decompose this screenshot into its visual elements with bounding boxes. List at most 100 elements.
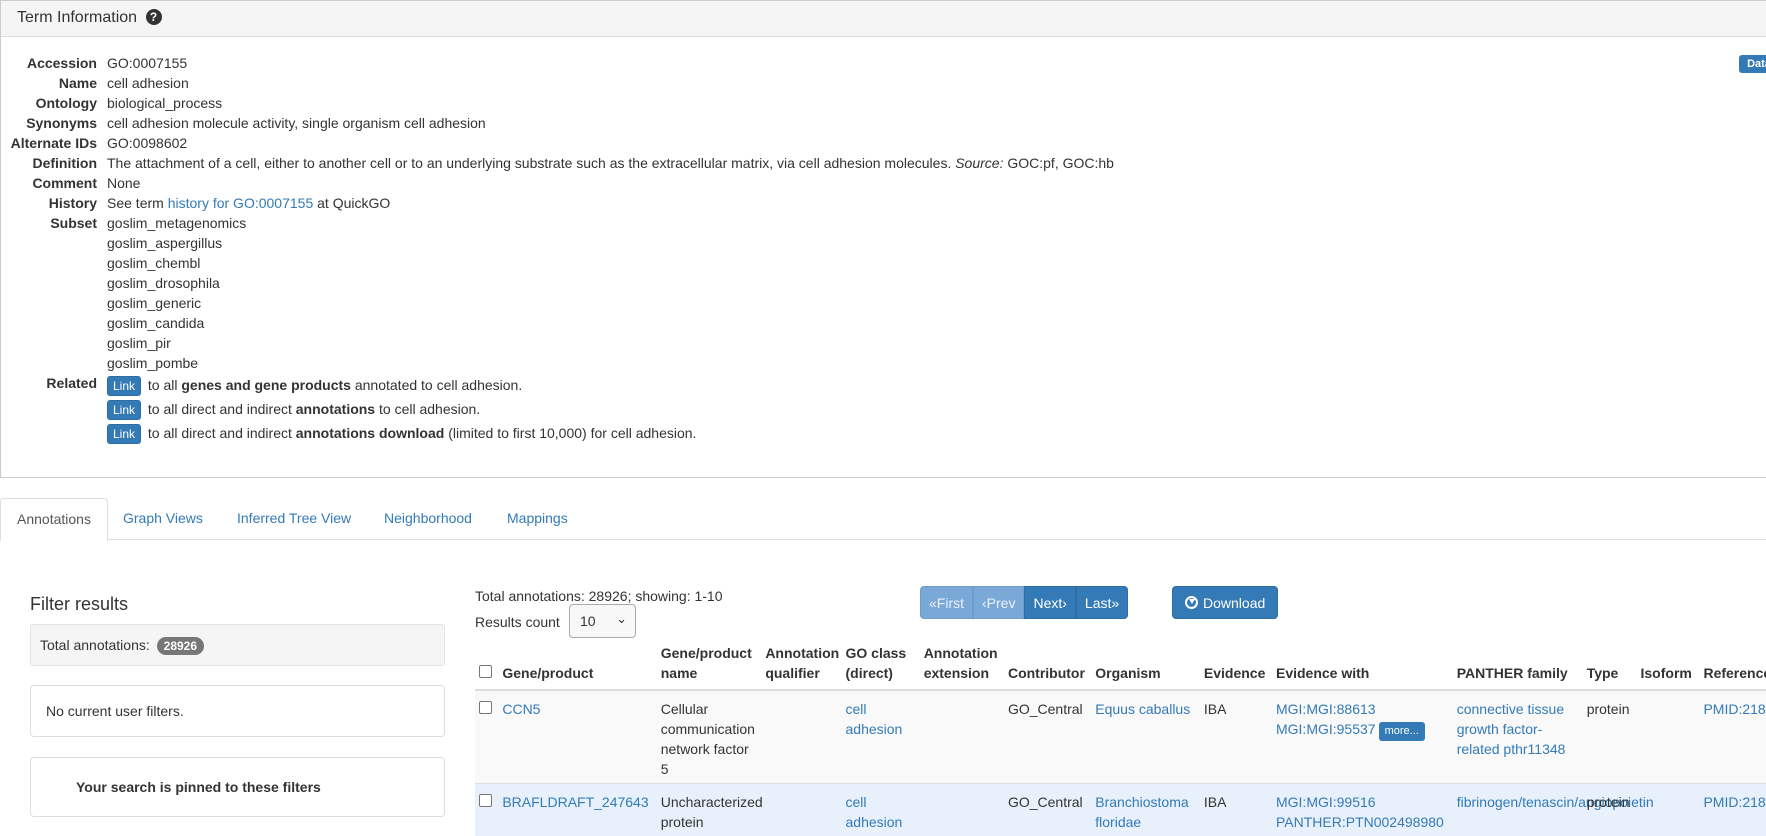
history-row: History See term history for GO:0007155 … (1, 193, 1114, 213)
first-page-button[interactable]: «First (920, 586, 973, 619)
tab-neighborhood[interactable]: Neighborhood (368, 498, 488, 540)
contributor-cell: GO_Central (1004, 784, 1091, 836)
organism-link[interactable]: Branchiostoma floridae (1095, 794, 1188, 830)
synonyms-value: cell adhesion molecule activity, single … (107, 113, 486, 133)
subset-item: goslim_drosophila (107, 273, 246, 293)
tab-annotations[interactable]: Annotations (0, 498, 108, 541)
definition-value: The attachment of a cell, either to anot… (107, 153, 1114, 173)
column-header[interactable]: Gene/product (498, 643, 656, 690)
panther-cell: fibrinogen/tenascin/angiopoietin (1453, 784, 1583, 836)
tab-mappings[interactable]: Mappings (491, 498, 584, 540)
column-header[interactable]: Annotation qualifier (761, 643, 841, 690)
column-header[interactable]: Annotation extension (920, 643, 1004, 690)
evidence-with-cell: MGI:MGI:99516 PANTHER:PTN002498980 (1272, 784, 1453, 836)
alternate-ids-row: Alternate IDs GO:0098602 (1, 133, 1114, 153)
gene-cell: BRAFLDRAFT_247643 (498, 784, 656, 836)
go-class-link[interactable]: cell adhesion (846, 701, 903, 737)
row-select-cell (475, 784, 498, 836)
no-filters-text: No current user filters. (46, 703, 184, 719)
gene-name-cell: Cellular communication network factor 5 (657, 690, 762, 784)
definition-row: Definition The attachment of a cell, eit… (1, 153, 1114, 173)
user-filters-box: No current user filters. (30, 685, 445, 737)
column-header[interactable]: Organism (1091, 643, 1200, 690)
definition-source-value: GOC:pf, GOC:hb (1007, 155, 1114, 171)
last-page-button[interactable]: Last» (1076, 586, 1128, 619)
related-text: to all direct and indirect (148, 401, 292, 417)
column-header[interactable]: Evidence with (1272, 643, 1453, 690)
column-header[interactable]: GO class (direct) (842, 643, 920, 690)
comment-label: Comment (1, 173, 107, 193)
related-list: Link to all genes and gene products anno… (107, 373, 696, 445)
data-health-button[interactable]: Data heal (1739, 55, 1766, 73)
tab-graph-views[interactable]: Graph Views (107, 498, 219, 540)
pinned-filters-text: Your search is pinned to these filters (76, 779, 321, 795)
panel-heading: Term Information ? (1, 1, 1766, 37)
reference-link[interactable]: PMID:2187 (1703, 794, 1766, 810)
go-class-link[interactable]: cell adhesion (846, 794, 903, 830)
reference-link[interactable]: PMID:2187 (1703, 701, 1766, 717)
related-link-button[interactable]: Link (107, 424, 141, 444)
subset-item: goslim_metagenomics (107, 213, 246, 233)
accession-row: Accession GO:0007155 (1, 53, 1114, 73)
related-line: Link to all genes and gene products anno… (107, 373, 696, 397)
tab-inferred-tree-view[interactable]: Inferred Tree View (221, 498, 367, 540)
extension-cell (920, 690, 1004, 784)
term-information-panel: Term Information ? Data heal Accession G… (0, 0, 1766, 478)
evidence-with-link[interactable]: MGI:MGI:99516 (1276, 794, 1376, 810)
panther-link[interactable]: connective tissue growth factor-related … (1457, 701, 1566, 757)
organism-link[interactable]: Equus caballus (1095, 701, 1190, 717)
accession-label: Accession (1, 53, 107, 73)
column-header[interactable]: Reference (1699, 643, 1766, 690)
download-button[interactable]: Download (1172, 586, 1278, 619)
column-header[interactable]: Evidence (1200, 643, 1272, 690)
column-header[interactable]: Contributor (1004, 643, 1091, 690)
column-header[interactable]: Isoform (1637, 643, 1700, 690)
results-count-value: 10 (580, 613, 596, 629)
history-label: History (1, 193, 107, 213)
more-button[interactable]: more... (1379, 722, 1425, 741)
related-text: (limited to first 10,000) for cell adhes… (448, 425, 696, 441)
subset-item: goslim_generic (107, 293, 246, 313)
next-page-button[interactable]: Next› (1024, 586, 1075, 619)
isoform-cell (1637, 690, 1700, 784)
subset-item: goslim_chembl (107, 253, 246, 273)
evidence-cell: IBA (1200, 690, 1272, 784)
row-checkbox[interactable] (479, 794, 492, 807)
alternate-ids-value: GO:0098602 (107, 133, 187, 153)
gene-link[interactable]: CCN5 (502, 701, 540, 717)
go-class-cell: cell adhesion (842, 784, 920, 836)
related-row: Related Link to all genes and gene produ… (1, 373, 1114, 445)
prev-page-button[interactable]: ‹Prev (973, 586, 1024, 619)
subset-row: Subset goslim_metagenomics goslim_asperg… (1, 213, 1114, 373)
related-bold: genes and gene products (181, 377, 351, 393)
related-link-button[interactable]: Link (107, 376, 141, 396)
column-header[interactable]: PANTHER family (1453, 643, 1583, 690)
results-count-select[interactable]: 10 ⌄ (569, 604, 636, 638)
name-label: Name (1, 73, 107, 93)
related-bold: annotations (296, 401, 375, 417)
gene-link[interactable]: BRAFLDRAFT_247643 (502, 794, 648, 810)
history-link[interactable]: history for GO:0007155 (168, 195, 314, 211)
panther-cell: connective tissue growth factor-related … (1453, 690, 1583, 784)
related-label: Related (1, 373, 107, 445)
tab-bar: Annotations Graph Views Inferred Tree Vi… (0, 498, 1766, 540)
select-all-checkbox[interactable] (479, 665, 492, 678)
column-header[interactable]: Type (1583, 643, 1637, 690)
extension-cell (920, 784, 1004, 836)
total-annotations-box: Total annotations: 28926 (30, 624, 445, 666)
history-suffix: at QuickGO (317, 195, 390, 211)
comment-value: None (107, 173, 140, 193)
related-text: to all (148, 377, 178, 393)
subset-list: goslim_metagenomics goslim_aspergillus g… (107, 213, 246, 373)
row-checkbox[interactable] (479, 701, 492, 714)
download-label: Download (1203, 595, 1265, 611)
alternate-ids-label: Alternate IDs (1, 133, 107, 153)
column-header[interactable]: Gene/product name (657, 643, 762, 690)
evidence-with-link[interactable]: MGI:MGI:88613 (1276, 701, 1376, 717)
help-icon[interactable]: ? (146, 9, 162, 25)
evidence-cell: IBA (1200, 784, 1272, 836)
related-link-button[interactable]: Link (107, 400, 141, 420)
related-bold: annotations download (296, 425, 445, 441)
evidence-with-link[interactable]: MGI:MGI:95537 (1276, 721, 1376, 737)
evidence-with-link[interactable]: PANTHER:PTN002498980 (1276, 814, 1444, 830)
